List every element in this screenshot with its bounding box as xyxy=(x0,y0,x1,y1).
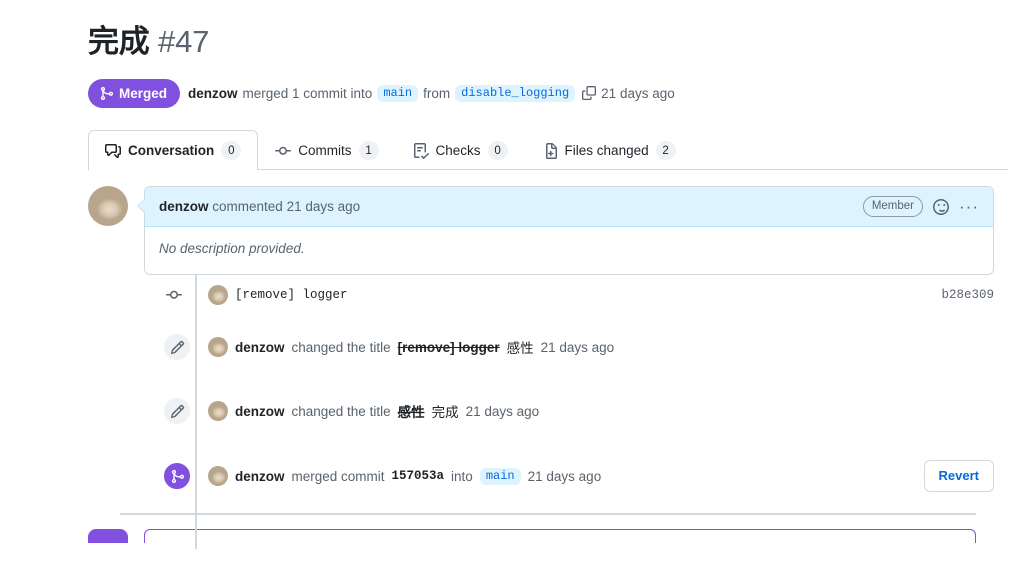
git-merge-icon xyxy=(99,86,114,101)
event-actor[interactable]: denzow xyxy=(235,404,285,419)
comment-thread: denzow commented 21 days ago Member ··· xyxy=(88,186,994,275)
role-badge: Member xyxy=(862,196,924,217)
merge-summary: denzow merged 1 commit into main from di… xyxy=(188,84,675,102)
timeline-item-title-change-1: denzow changed the title [remove] logger… xyxy=(88,315,994,379)
tab-counter: 0 xyxy=(221,141,242,160)
merge-action-text: merged 1 commit into xyxy=(242,85,373,101)
smiley-icon[interactable] xyxy=(933,198,950,215)
pr-timeline: denzow commented 21 days ago Member ··· xyxy=(88,186,1012,549)
base-branch-label[interactable]: main xyxy=(377,84,419,102)
checklist-icon xyxy=(413,142,429,159)
tab-counter: 2 xyxy=(655,141,676,160)
tab-commits[interactable]: Commits 1 xyxy=(258,130,395,170)
avatar[interactable] xyxy=(208,401,228,421)
git-merge-icon xyxy=(162,461,192,491)
status-badge: Merged xyxy=(88,78,181,108)
avatar[interactable] xyxy=(88,186,128,226)
merged-branch-label[interactable]: main xyxy=(479,467,521,485)
tab-counter: 1 xyxy=(358,141,379,160)
avatar[interactable] xyxy=(208,466,228,486)
new-comment-form xyxy=(88,529,994,543)
file-diff-icon xyxy=(542,142,558,159)
revert-button[interactable]: Revert xyxy=(923,460,994,492)
event-timestamp: 21 days ago xyxy=(465,403,540,419)
merge-timestamp: 21 days ago xyxy=(601,85,675,101)
comment-author[interactable]: denzow xyxy=(159,199,209,214)
pr-title-text: 完成 xyxy=(88,24,150,59)
commit-sha[interactable]: b28e309 xyxy=(941,288,994,302)
merged-commit-sha[interactable]: 157053a xyxy=(392,469,445,483)
git-commit-icon xyxy=(162,283,186,307)
tab-label: Conversation xyxy=(128,143,215,158)
comment-header-actions: Member ··· xyxy=(862,196,979,217)
timeline-item-title-change-2: denzow changed the title 感性 完成 21 days a… xyxy=(88,379,994,443)
pr-tabs: Conversation 0 Commits 1 Checks 0 Files … xyxy=(88,130,1008,170)
comment-input-box[interactable] xyxy=(144,529,976,543)
event-into-text: into xyxy=(451,468,473,484)
new-title: 完成 xyxy=(431,405,459,420)
status-badge-label: Merged xyxy=(119,85,168,101)
pull-request-page: 完成 #47 Merged denzow merged 1 commit int… xyxy=(0,0,1012,568)
comment-timestamp: 21 days ago xyxy=(286,199,361,214)
merge-from-text: from xyxy=(423,85,451,101)
event-timestamp: 21 days ago xyxy=(540,339,615,355)
comment-header: denzow commented 21 days ago Member ··· xyxy=(145,187,993,227)
old-title: [remove] logger xyxy=(397,339,500,355)
tab-counter: 0 xyxy=(487,141,508,160)
comment-box: denzow commented 21 days ago Member ··· xyxy=(137,186,994,275)
merge-actor[interactable]: denzow xyxy=(188,86,238,101)
comment-byline: denzow commented 21 days ago xyxy=(159,199,360,214)
copy-icon[interactable] xyxy=(582,86,597,100)
kebab-horizontal-icon[interactable]: ··· xyxy=(959,198,979,215)
event-action: merged commit xyxy=(291,468,385,484)
timeline-divider xyxy=(120,513,976,515)
event-action: changed the title xyxy=(291,403,391,419)
new-title: 感性 xyxy=(506,341,534,356)
commit-row-content: [remove] logger b28e309 xyxy=(208,285,994,305)
tab-files-changed[interactable]: Files changed 2 xyxy=(525,130,693,170)
avatar[interactable] xyxy=(208,337,228,357)
pencil-icon xyxy=(162,396,192,426)
tab-conversation[interactable]: Conversation 0 xyxy=(88,130,259,170)
comment-action: commented xyxy=(212,199,283,214)
title-change-content: denzow changed the title [remove] logger… xyxy=(208,337,994,357)
pencil-icon xyxy=(162,332,192,362)
timeline-item-commit: [remove] logger b28e309 xyxy=(88,275,994,315)
page-title: 完成 #47 xyxy=(88,0,1012,62)
head-branch-label[interactable]: disable_logging xyxy=(455,84,576,102)
pr-state-line: Merged denzow merged 1 commit into main … xyxy=(88,78,1012,108)
comment-discussion-icon xyxy=(105,143,121,159)
event-actor[interactable]: denzow xyxy=(235,469,285,484)
merged-row-content: denzow merged commit 157053a into main 2… xyxy=(208,460,994,492)
pr-number: #47 xyxy=(158,24,210,59)
timeline-item-merged: denzow merged commit 157053a into main 2… xyxy=(88,443,994,509)
event-actor[interactable]: denzow xyxy=(235,340,285,355)
git-commit-icon xyxy=(275,143,292,159)
avatar-placeholder xyxy=(88,529,128,543)
old-title: 感性 xyxy=(397,405,425,420)
event-action: changed the title xyxy=(291,339,391,355)
avatar[interactable] xyxy=(208,285,228,305)
tab-label: Checks xyxy=(435,143,481,158)
tab-label: Commits xyxy=(298,143,352,158)
title-change-content: denzow changed the title 感性 完成 21 days a… xyxy=(208,401,994,421)
commit-message[interactable]: [remove] logger xyxy=(235,288,348,302)
tab-checks[interactable]: Checks 0 xyxy=(396,130,525,170)
comment-body: No description provided. xyxy=(159,241,305,256)
tab-label: Files changed xyxy=(564,143,649,158)
event-timestamp: 21 days ago xyxy=(527,468,602,484)
